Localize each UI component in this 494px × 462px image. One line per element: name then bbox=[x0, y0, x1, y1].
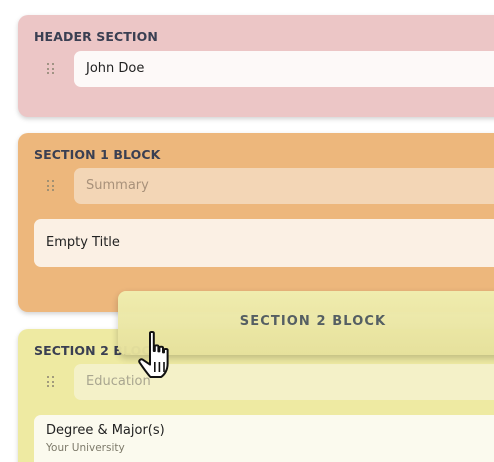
header-section-title: HEADER SECTION bbox=[34, 29, 158, 44]
section-1-item-title: Empty Title bbox=[46, 235, 120, 250]
drag-handle-icon[interactable] bbox=[47, 63, 55, 75]
section-1-title: SECTION 1 BLOCK bbox=[34, 147, 161, 162]
resume-builder-canvas: HEADER SECTION John Doe SECTION 1 BLOCK … bbox=[0, 0, 494, 462]
section-2-item-subtitle: Your University bbox=[46, 442, 125, 454]
drag-handle-icon[interactable] bbox=[47, 180, 55, 192]
section-1-block[interactable]: SECTION 1 BLOCK Summary Empty Title bbox=[18, 133, 494, 312]
drag-handle-icon[interactable] bbox=[47, 376, 55, 388]
section-2-item-title: Degree & Major(s) bbox=[46, 423, 165, 438]
section-2-item-card[interactable]: Degree & Major(s) Your University bbox=[34, 415, 494, 462]
name-field[interactable]: John Doe bbox=[74, 51, 494, 87]
header-section-block[interactable]: HEADER SECTION John Doe bbox=[18, 15, 494, 117]
hand-pointer-cursor-icon bbox=[138, 330, 169, 378]
section-1-heading-input[interactable]: Summary bbox=[74, 168, 494, 204]
section-1-item-card[interactable]: Empty Title bbox=[34, 219, 494, 267]
dragged-block-label: SECTION 2 BLOCK bbox=[239, 314, 387, 329]
